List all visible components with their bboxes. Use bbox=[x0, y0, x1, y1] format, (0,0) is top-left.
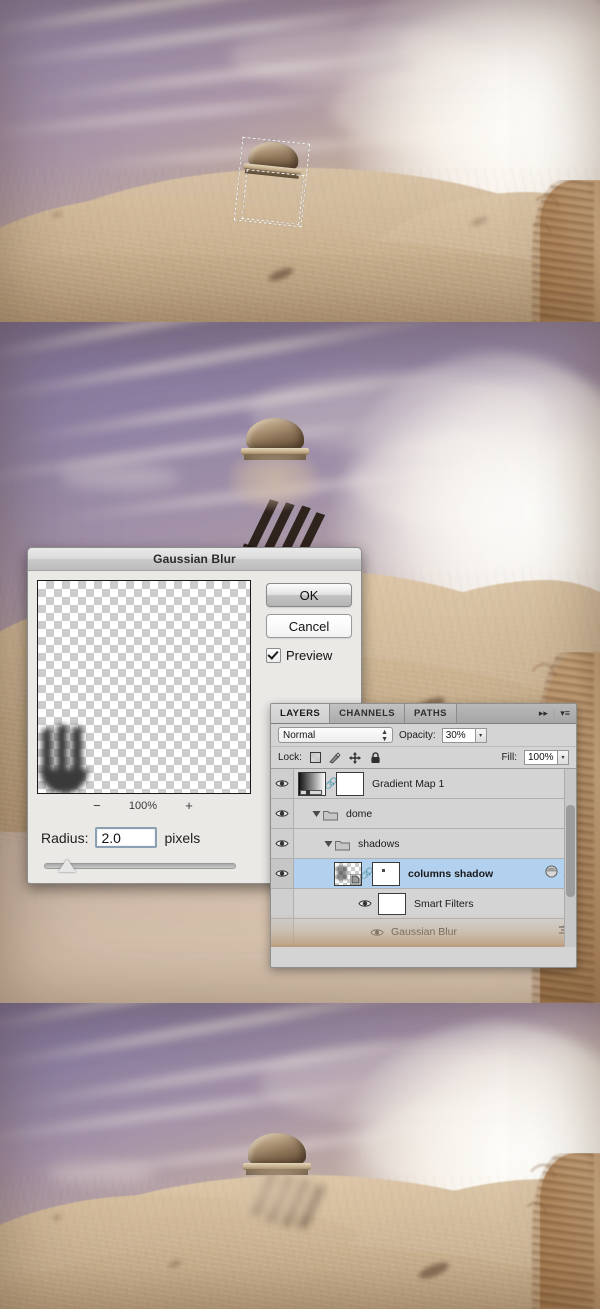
preview-zoom-controls[interactable]: − 100% + bbox=[37, 798, 249, 813]
table-row[interactable]: Smart Filters bbox=[271, 889, 576, 919]
layer-visibility-toggle[interactable] bbox=[271, 859, 294, 888]
lock-position-icon[interactable] bbox=[349, 751, 362, 764]
ok-button[interactable]: OK bbox=[266, 583, 352, 607]
scene-top bbox=[0, 0, 600, 322]
group-expand-arrow[interactable] bbox=[322, 839, 335, 848]
figure-bottom bbox=[504, 1153, 600, 1309]
layer-name[interactable]: shadows bbox=[358, 838, 399, 850]
eye-icon[interactable] bbox=[358, 899, 372, 908]
zoom-out-button[interactable]: − bbox=[91, 798, 103, 813]
table-row[interactable]: Gaussian Blur bbox=[271, 919, 576, 946]
lock-transparent-pixels-icon[interactable] bbox=[309, 751, 322, 764]
sand-spray-bottom bbox=[230, 1167, 324, 1225]
dialog-titlebar[interactable]: Gaussian Blur bbox=[28, 548, 361, 571]
blur-preview[interactable] bbox=[37, 580, 251, 794]
eye-icon[interactable] bbox=[275, 869, 289, 878]
tutorial-screenshot: Gaussian Blur − 100% + Radius: 2.0 pixel… bbox=[0, 0, 600, 1309]
cancel-button[interactable]: Cancel bbox=[266, 614, 352, 638]
fill-value[interactable]: 100% bbox=[524, 750, 558, 765]
folder-icon bbox=[335, 838, 350, 850]
layer-list-scrollbar[interactable] bbox=[564, 769, 576, 947]
dialog-title: Gaussian Blur bbox=[153, 552, 236, 566]
figure-top bbox=[510, 180, 600, 322]
link-mask-icon[interactable]: 🔗 bbox=[324, 777, 338, 790]
sand-spray-middle bbox=[228, 454, 320, 510]
layer-list[interactable]: 🔗 Gradient Map 1 dome shadows 🔗 columns … bbox=[271, 769, 576, 947]
link-mask-icon[interactable]: 🔗 bbox=[360, 867, 374, 880]
blend-mode-select[interactable]: Normal ▲ ▼ bbox=[278, 727, 393, 743]
radius-slider[interactable] bbox=[44, 859, 236, 873]
collapse-panel-icon[interactable]: ▸▸ bbox=[539, 709, 548, 718]
preview-shadow-content bbox=[40, 725, 92, 793]
layer-visibility-toggle[interactable] bbox=[271, 799, 294, 828]
layer-visibility-toggle[interactable] bbox=[271, 769, 294, 798]
tab-bar-filler bbox=[456, 704, 533, 723]
slider-thumb[interactable] bbox=[58, 859, 76, 872]
scrollbar-thumb[interactable] bbox=[566, 805, 575, 897]
layer-name[interactable]: Smart Filters bbox=[414, 898, 474, 910]
chevron-updown-icon[interactable]: ▲ ▼ bbox=[381, 729, 388, 743]
eye-icon[interactable] bbox=[370, 928, 384, 937]
radius-input[interactable]: 2.0 bbox=[95, 827, 158, 848]
opacity-dropdown-icon[interactable]: ▾ bbox=[475, 727, 487, 743]
lock-image-pixels-icon[interactable] bbox=[329, 751, 342, 764]
zoom-in-button[interactable]: + bbox=[183, 798, 195, 813]
fill-dropdown-icon[interactable]: ▾ bbox=[558, 750, 569, 765]
tab-separator-icon: | bbox=[552, 708, 556, 718]
preview-checkbox-label: Preview bbox=[286, 648, 333, 663]
layer-mask-thumbnail[interactable] bbox=[372, 861, 400, 886]
layer-visibility-toggle[interactable] bbox=[271, 946, 294, 947]
lock-label: Lock: bbox=[278, 752, 302, 763]
gradient-map-thumbnail[interactable] bbox=[298, 771, 326, 796]
smart-object-thumbnail[interactable] bbox=[334, 861, 362, 886]
lock-row[interactable]: Lock: Fill: 100% ▾ bbox=[271, 747, 576, 769]
filter-name[interactable]: Gaussian Blur bbox=[391, 926, 457, 938]
blend-opacity-row[interactable]: Normal ▲ ▼ Opacity: 30% ▾ bbox=[271, 724, 576, 747]
radius-row: Radius: 2.0 pixels bbox=[41, 827, 200, 848]
tab-channels[interactable]: CHANNELS bbox=[330, 704, 406, 723]
fill-control[interactable]: 100% ▾ bbox=[524, 750, 569, 765]
layer-visibility-toggle[interactable] bbox=[271, 829, 294, 858]
eye-icon[interactable] bbox=[275, 779, 289, 788]
opacity-label: Opacity: bbox=[399, 729, 436, 741]
blend-mode-value: Normal bbox=[283, 729, 316, 741]
tab-paths[interactable]: PATHS bbox=[405, 704, 457, 723]
layer-mask-thumbnail[interactable] bbox=[336, 771, 364, 796]
tab-layers[interactable]: LAYERS bbox=[271, 704, 331, 723]
layer-name[interactable]: Gradient Map 1 bbox=[372, 778, 444, 790]
folder-icon bbox=[323, 808, 338, 820]
lock-all-icon[interactable] bbox=[369, 751, 382, 764]
scene-bottom bbox=[0, 1003, 600, 1309]
smart-filter-mask-thumbnail[interactable] bbox=[378, 892, 406, 915]
radius-units-label: pixels bbox=[164, 829, 201, 846]
group-expand-arrow[interactable] bbox=[310, 809, 323, 818]
eye-icon[interactable] bbox=[275, 809, 289, 818]
marching-ants-columns bbox=[241, 169, 305, 225]
table-row[interactable]: 🔗 Gradient Map 1 bbox=[271, 769, 576, 799]
table-row[interactable]: dome bbox=[271, 799, 576, 829]
table-row[interactable]: sand bbox=[271, 946, 576, 947]
eye-icon[interactable] bbox=[275, 839, 289, 848]
table-row[interactable]: shadows bbox=[271, 829, 576, 859]
layers-panel[interactable]: LAYERS CHANNELS PATHS ▸▸ | ▾≡ Normal ▲ ▼ … bbox=[270, 703, 577, 968]
fill-label: Fill: bbox=[501, 752, 517, 763]
smart-filters-badge-icon[interactable] bbox=[545, 864, 558, 883]
layer-visibility-toggle bbox=[271, 919, 294, 945]
layer-name[interactable]: columns shadow bbox=[408, 868, 493, 880]
radius-label: Radius: bbox=[41, 829, 89, 846]
panel-tab-bar[interactable]: LAYERS CHANNELS PATHS ▸▸ | ▾≡ bbox=[271, 704, 576, 724]
tab-bar-tools[interactable]: ▸▸ | ▾≡ bbox=[532, 704, 576, 723]
panel-menu-icon[interactable]: ▾≡ bbox=[560, 709, 570, 718]
table-row[interactable]: 🔗 columns shadow bbox=[271, 859, 576, 889]
layer-name[interactable]: dome bbox=[346, 808, 372, 820]
layer-visibility-toggle bbox=[271, 889, 294, 918]
preview-checkbox[interactable] bbox=[266, 648, 281, 663]
opacity-value[interactable]: 30% bbox=[441, 727, 476, 743]
zoom-level-label: 100% bbox=[128, 799, 158, 812]
opacity-control[interactable]: 30% ▾ bbox=[441, 727, 487, 743]
preview-checkbox-row[interactable]: Preview bbox=[266, 648, 332, 663]
